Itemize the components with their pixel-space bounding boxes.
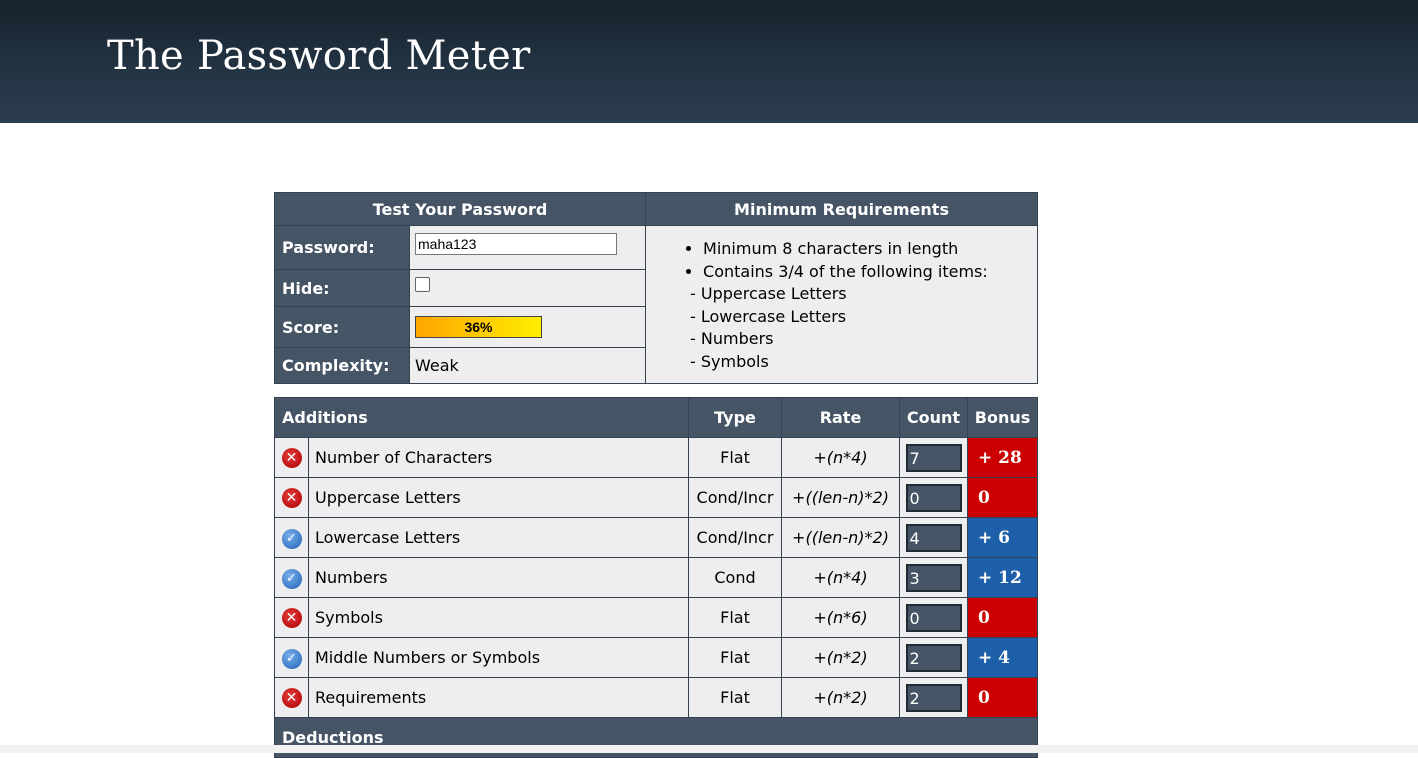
count-value: 0 (905, 483, 962, 512)
requirement-subitem: - Numbers (690, 329, 774, 348)
rate-heading: Rate (781, 397, 900, 438)
addition-type: Cond (688, 557, 782, 598)
count-cell: 7 (899, 437, 968, 478)
addition-row: ✓ Numbers Cond +(n*4) 3 + 12 (274, 557, 1038, 598)
addition-type: Cond/Incr (688, 517, 782, 558)
addition-type: Flat (688, 597, 782, 638)
addition-type: Cond/Incr (688, 477, 782, 518)
addition-row: ✕ Uppercase Letters Cond/Incr +((len-n)*2) 0… (274, 477, 1038, 518)
addition-rate: +((len-n)*2) (781, 477, 900, 518)
blue-check-icon: ✓ (281, 648, 302, 669)
status-cell: ✓ (274, 517, 309, 558)
requirements-list: Minimum 8 characters in length Contains … (646, 238, 1037, 373)
requirement-subitem: - Lowercase Letters (690, 306, 847, 326)
count-cell: 4 (899, 517, 968, 558)
red-x-icon: ✕ (281, 448, 302, 468)
score-bar: 36% (415, 316, 542, 338)
bonus-value: + 4 (967, 637, 1038, 678)
blue-check-icon: ✓ (281, 568, 302, 589)
addition-rate: +(n*4) (781, 437, 900, 478)
additions-heading: Additions (274, 397, 689, 438)
site-title: The Password Meter (107, 33, 531, 79)
count-value: 2 (905, 683, 962, 712)
addition-name: Lowercase Letters (308, 517, 689, 558)
addition-row: ✓ Lowercase Letters Cond/Incr +((len-n)*2) 4… (274, 517, 1038, 558)
addition-rate: +(n*2) (781, 677, 900, 718)
count-cell: 2 (899, 637, 968, 678)
bottom-divider (0, 745, 1418, 753)
count-cell: 0 (899, 477, 968, 518)
addition-name: Middle Numbers or Symbols (308, 637, 689, 678)
hide-checkbox[interactable] (415, 277, 430, 292)
count-value: 7 (905, 443, 962, 472)
addition-name: Requirements (308, 677, 689, 718)
score-label: Score: (274, 306, 410, 348)
requirements-panel: Minimum 8 characters in length Contains … (645, 225, 1039, 384)
bonus-value: 0 (967, 597, 1038, 638)
count-value: 0 (905, 603, 962, 632)
bonus-value: 0 (967, 477, 1038, 518)
count-value: 2 (905, 643, 962, 672)
status-cell: ✓ (274, 637, 309, 678)
addition-type: Flat (688, 677, 782, 718)
requirement-item: Contains 3/4 of the following items: (703, 261, 1037, 284)
count-value: 3 (905, 563, 962, 592)
status-cell: ✕ (274, 677, 309, 718)
test-password-table: Test Your Password Minimum Requirements … (273, 192, 1039, 384)
status-cell: ✓ (274, 557, 309, 598)
addition-name: Numbers (308, 557, 689, 598)
status-cell: ✕ (274, 437, 309, 478)
test-heading: Test Your Password (273, 192, 647, 226)
password-input[interactable] (415, 233, 617, 255)
red-x-icon: ✕ (281, 608, 302, 628)
type-heading: Type (688, 397, 782, 438)
addition-name: Symbols (308, 597, 689, 638)
bonus-value: + 6 (967, 517, 1038, 558)
addition-rate: +((len-n)*2) (781, 517, 900, 558)
addition-name: Uppercase Letters (308, 477, 689, 518)
site-header: The Password Meter (0, 0, 1418, 123)
additions-table: Additions Type Rate Count Bonus ✕ Number … (274, 397, 1038, 758)
count-cell: 0 (899, 597, 968, 638)
addition-type: Flat (688, 437, 782, 478)
requirement-subitem: - Symbols (690, 351, 769, 371)
addition-row: ✕ Number of Characters Flat +(n*4) 7 + 28 (274, 437, 1038, 478)
addition-rate: +(n*6) (781, 597, 900, 638)
addition-row: ✓ Middle Numbers or Symbols Flat +(n*2) 2 + 4 (274, 637, 1038, 678)
red-x-icon: ✕ (281, 688, 302, 708)
addition-rate: +(n*4) (781, 557, 900, 598)
count-heading: Count (899, 397, 968, 438)
bonus-value: + 12 (967, 557, 1038, 598)
count-cell: 3 (899, 557, 968, 598)
requirement-subitem: - Uppercase Letters (690, 284, 847, 303)
red-x-icon: ✕ (281, 488, 302, 508)
addition-row: ✕ Symbols Flat +(n*6) 0 0 (274, 597, 1038, 638)
bonus-heading: Bonus (967, 397, 1038, 438)
addition-type: Flat (688, 637, 782, 678)
addition-rate: +(n*2) (781, 637, 900, 678)
status-cell: ✕ (274, 597, 309, 638)
requirement-item: Minimum 8 characters in length (703, 238, 1037, 261)
hide-label: Hide: (274, 269, 410, 307)
complexity-label: Complexity: (274, 347, 410, 384)
addition-name: Number of Characters (308, 437, 689, 478)
requirements-heading: Minimum Requirements (645, 192, 1039, 226)
count-cell: 2 (899, 677, 968, 718)
count-value: 4 (905, 523, 962, 552)
complexity-value: Weak (408, 347, 647, 384)
status-cell: ✕ (274, 477, 309, 518)
blue-check-icon: ✓ (281, 528, 302, 549)
bonus-value: + 28 (967, 437, 1038, 478)
addition-row: ✕ Requirements Flat +(n*2) 2 0 (274, 677, 1038, 718)
password-label: Password: (274, 225, 410, 270)
bonus-value: 0 (967, 677, 1038, 718)
